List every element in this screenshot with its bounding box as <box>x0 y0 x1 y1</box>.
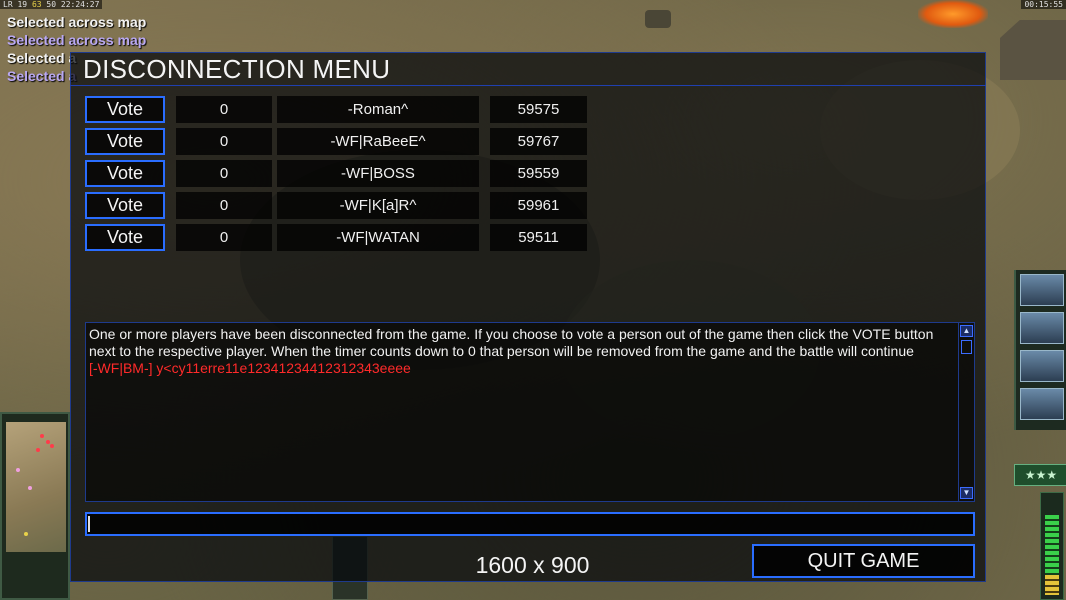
hud-stat-a: LR <box>3 0 13 9</box>
game-timer: 00:15:55 <box>1021 0 1066 9</box>
message-log[interactable]: One or more players have been disconnect… <box>85 322 975 502</box>
player-name: -WF|K[a]R^ <box>277 192 479 219</box>
resolution-label: 1600 x 900 <box>475 552 590 578</box>
satellite-button[interactable] <box>1020 312 1064 344</box>
minimap-unit-dot <box>50 444 54 448</box>
fire-effect <box>918 0 988 28</box>
hud-stat-c: 63 <box>31 0 42 9</box>
player-timer: 59559 <box>490 160 587 187</box>
scrollbar-thumb[interactable] <box>961 340 972 354</box>
vote-button[interactable]: Vote <box>85 160 165 187</box>
title-divider <box>70 85 986 86</box>
power-meter <box>1040 492 1064 600</box>
vote-count: 0 <box>176 128 272 155</box>
vote-count: 0 <box>176 224 272 251</box>
player-timer: 59575 <box>490 96 587 123</box>
minimap-unit-dot <box>36 448 40 452</box>
hud-stat-d: 50 <box>46 0 57 9</box>
vote-button[interactable]: Vote <box>85 192 165 219</box>
chat-message: [-WF|BM-] y<cy11erre11e12341234412312343… <box>89 360 411 376</box>
vote-button[interactable]: Vote <box>85 128 165 155</box>
player-timer: 59511 <box>490 224 587 251</box>
aircraft-button[interactable] <box>1020 350 1064 382</box>
minimap-unit-dot <box>28 486 32 490</box>
building-structure[interactable] <box>1000 20 1066 80</box>
minimap-unit-dot <box>46 440 50 444</box>
power-meter-low <box>1045 575 1059 595</box>
message-log-scrollbar[interactable]: ▲ ▼ <box>958 323 974 501</box>
player-name: -WF|BOSS <box>277 160 479 187</box>
system-message: Selected across map <box>7 32 147 48</box>
player-name: -WF|WATAN <box>277 224 479 251</box>
radar-scan-button[interactable] <box>1020 274 1064 306</box>
drone-button[interactable] <box>1020 388 1064 420</box>
rank-stars[interactable]: ★★★ <box>1014 464 1066 486</box>
scroll-down-arrow-icon[interactable]: ▼ <box>960 487 973 499</box>
player-name: -WF|RaBeeE^ <box>277 128 479 155</box>
minimap-unit-dot <box>16 468 20 472</box>
quit-game-button[interactable]: QUIT GAME <box>752 544 975 578</box>
player-timer: 59961 <box>490 192 587 219</box>
command-sidebar <box>1014 270 1066 430</box>
system-message: Selected a <box>7 68 77 84</box>
disconnect-info-text: One or more players have been disconnect… <box>89 326 934 359</box>
scroll-up-arrow-icon[interactable]: ▲ <box>960 325 973 337</box>
system-message: Selected a <box>7 50 77 66</box>
vehicle-unit[interactable] <box>645 10 671 28</box>
minimap-unit-dot <box>24 532 28 536</box>
minimap-unit-dot <box>40 434 44 438</box>
chat-input[interactable] <box>85 512 975 536</box>
player-timer: 59767 <box>490 128 587 155</box>
player-name: -Roman^ <box>277 96 479 123</box>
hud-clock: 22:24:27 <box>60 0 100 9</box>
vote-count: 0 <box>176 192 272 219</box>
dialog-title: DISCONNECTION MENU <box>83 54 391 84</box>
text-caret <box>88 516 90 532</box>
minimap[interactable] <box>0 412 70 600</box>
vote-count: 0 <box>176 96 272 123</box>
vote-button[interactable]: Vote <box>85 224 165 251</box>
hud-stat-b: 19 <box>17 0 28 9</box>
system-message: Selected across map <box>7 14 147 30</box>
message-log-content: One or more players have been disconnect… <box>89 326 951 377</box>
minimap-terrain[interactable] <box>6 422 66 552</box>
vote-button[interactable]: Vote <box>85 96 165 123</box>
vote-count: 0 <box>176 160 272 187</box>
hud-stats: LR 19 63 50 22:24:27 <box>0 0 103 9</box>
